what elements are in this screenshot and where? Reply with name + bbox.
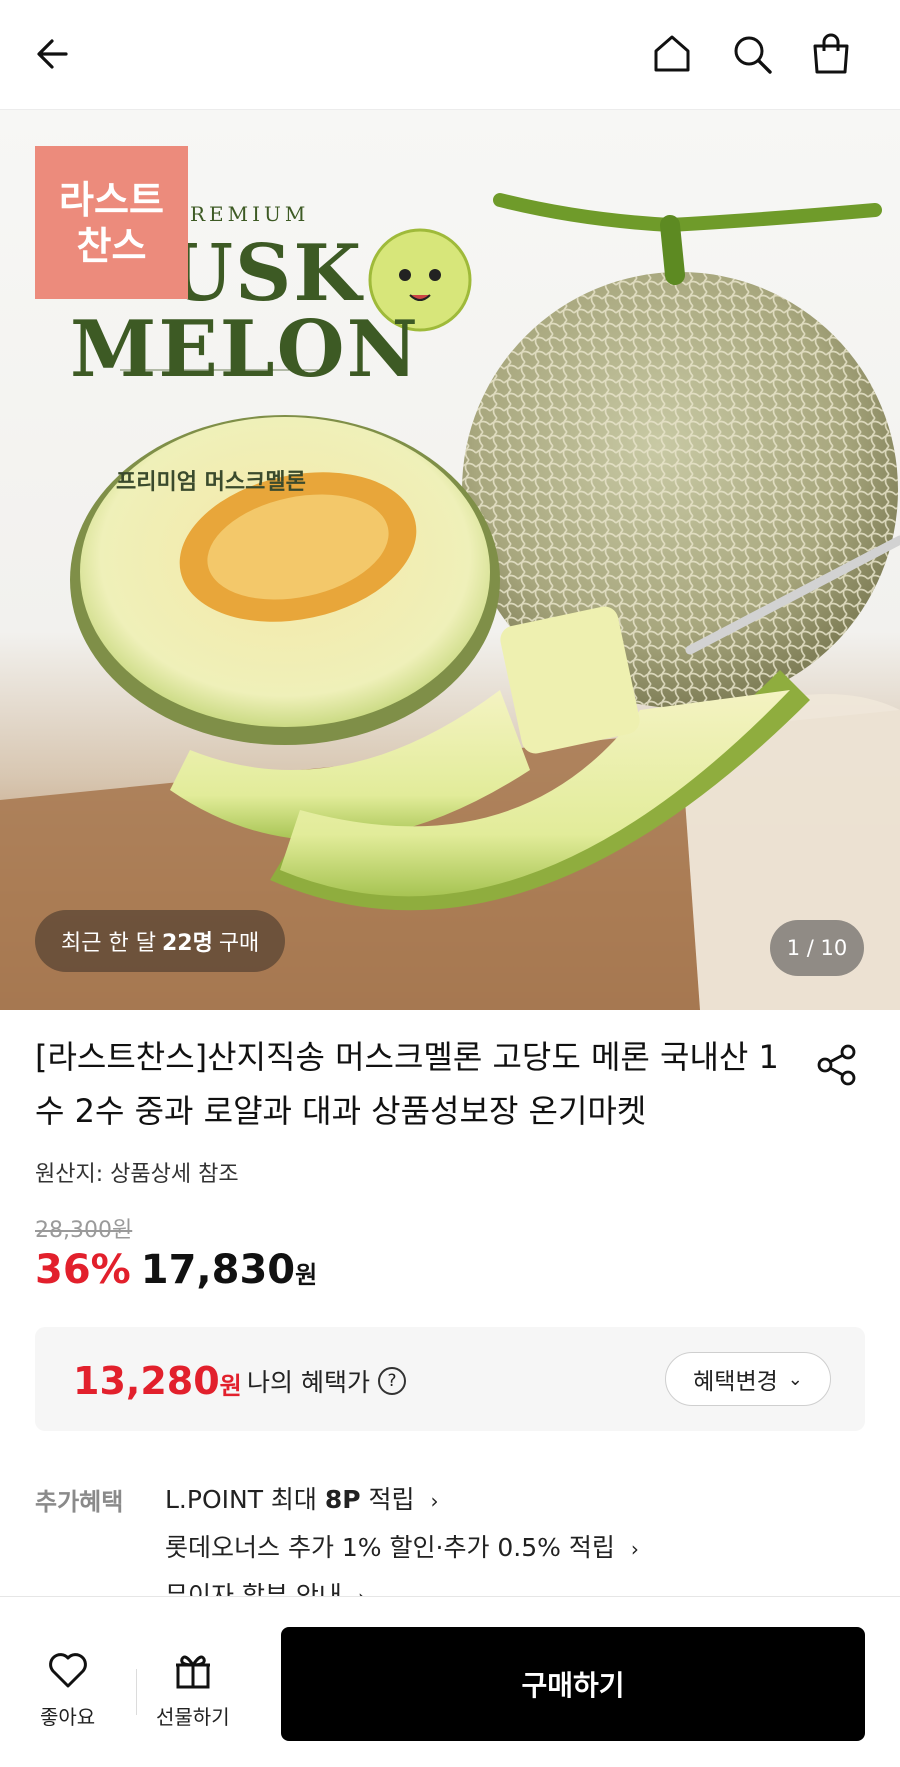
- change-benefit-label: 혜택변경: [693, 1369, 778, 1395]
- benefit-price: 13,280 원: [73, 1359, 242, 1403]
- discount-rate: 36%: [35, 1247, 131, 1293]
- brand-korean-name: 프리미엄 머스크멜론: [116, 470, 306, 495]
- price-row: 36% 17,830 원: [35, 1247, 317, 1293]
- gift-icon: [175, 1655, 210, 1689]
- last-chance-badge: 라스트 찬스: [35, 146, 188, 299]
- badge-line-2: 찬스: [76, 223, 147, 268]
- home-icon[interactable]: [646, 28, 698, 80]
- lotte-owners-text: 롯데오너스 추가 1% 할인·추가 0.5% 적립: [165, 1533, 615, 1562]
- lpoint-benefit-link[interactable]: L.POINT 최대 8P 적립 ›: [165, 1480, 439, 1516]
- product-title: [라스트찬스]산지직송 머스크멜론 고당도 메론 국내산 1수 2수 중과 로얄…: [35, 1038, 779, 1130]
- lpoint-suffix: 적립: [368, 1485, 415, 1514]
- recent-suffix: 구매: [218, 931, 260, 956]
- benefit-price-value: 13,280: [73, 1359, 220, 1403]
- bottom-divider: [136, 1669, 137, 1715]
- recent-prefix: 최근 한 달: [61, 931, 156, 956]
- image-pager-indicator: 1 / 10: [770, 920, 864, 976]
- gift-button[interactable]: 선물하기: [156, 1647, 230, 1730]
- badge-line-1: 라스트: [59, 177, 164, 222]
- benefit-label-text: 나의 혜택가: [247, 1368, 370, 1397]
- original-price: 28,300원: [35, 1218, 133, 1243]
- chevron-right-icon: ›: [630, 1537, 639, 1561]
- benefit-price-currency: 원: [219, 1372, 242, 1400]
- benefit-label: 나의 혜택가 ?: [247, 1363, 406, 1399]
- gift-label: 선물하기: [156, 1705, 230, 1729]
- lpoint-points: 8P: [324, 1485, 361, 1514]
- brand-line-2: MELON: [70, 304, 420, 395]
- sale-price: 17,830: [140, 1247, 296, 1293]
- lotte-owners-benefit-link[interactable]: 롯데오너스 추가 1% 할인·추가 0.5% 적립 ›: [165, 1528, 639, 1564]
- recent-count: 22명: [161, 931, 213, 956]
- bottom-action-bar: 좋아요 선물하기 구매하기: [0, 1596, 900, 1767]
- change-benefit-button[interactable]: 혜택변경 ⌄: [665, 1352, 831, 1406]
- brand-premium-text: REMIUM: [190, 202, 310, 226]
- origin-info: 원산지: 상품상세 참조: [35, 1162, 239, 1187]
- chevron-down-icon: ⌄: [787, 1368, 803, 1390]
- buy-button[interactable]: 구매하기: [281, 1627, 865, 1741]
- extra-benefit-label: 추가혜택: [35, 1488, 124, 1516]
- sale-price-currency: 원: [295, 1261, 318, 1289]
- back-arrow-icon[interactable]: [27, 28, 79, 80]
- shopping-bag-icon[interactable]: [805, 28, 857, 80]
- heart-icon: [48, 1653, 87, 1688]
- like-button[interactable]: 좋아요: [40, 1647, 95, 1730]
- top-navigation-bar: [0, 0, 900, 110]
- benefit-price-box: 13,280 원 나의 혜택가 ? 혜택변경 ⌄: [35, 1327, 865, 1431]
- share-icon[interactable]: [812, 1040, 862, 1090]
- product-image-carousel[interactable]: REMIUM USK MELON 프리미엄 머스크멜론 라스트 찬스 최근 한 …: [0, 110, 900, 1010]
- like-label: 좋아요: [40, 1705, 96, 1729]
- chevron-right-icon: ›: [430, 1489, 439, 1513]
- recent-purchase-pill: 최근 한 달 22명 구매: [35, 910, 286, 972]
- help-icon[interactable]: ?: [377, 1367, 406, 1395]
- search-icon[interactable]: [726, 28, 778, 80]
- lpoint-prefix: L.POINT 최대: [165, 1485, 317, 1514]
